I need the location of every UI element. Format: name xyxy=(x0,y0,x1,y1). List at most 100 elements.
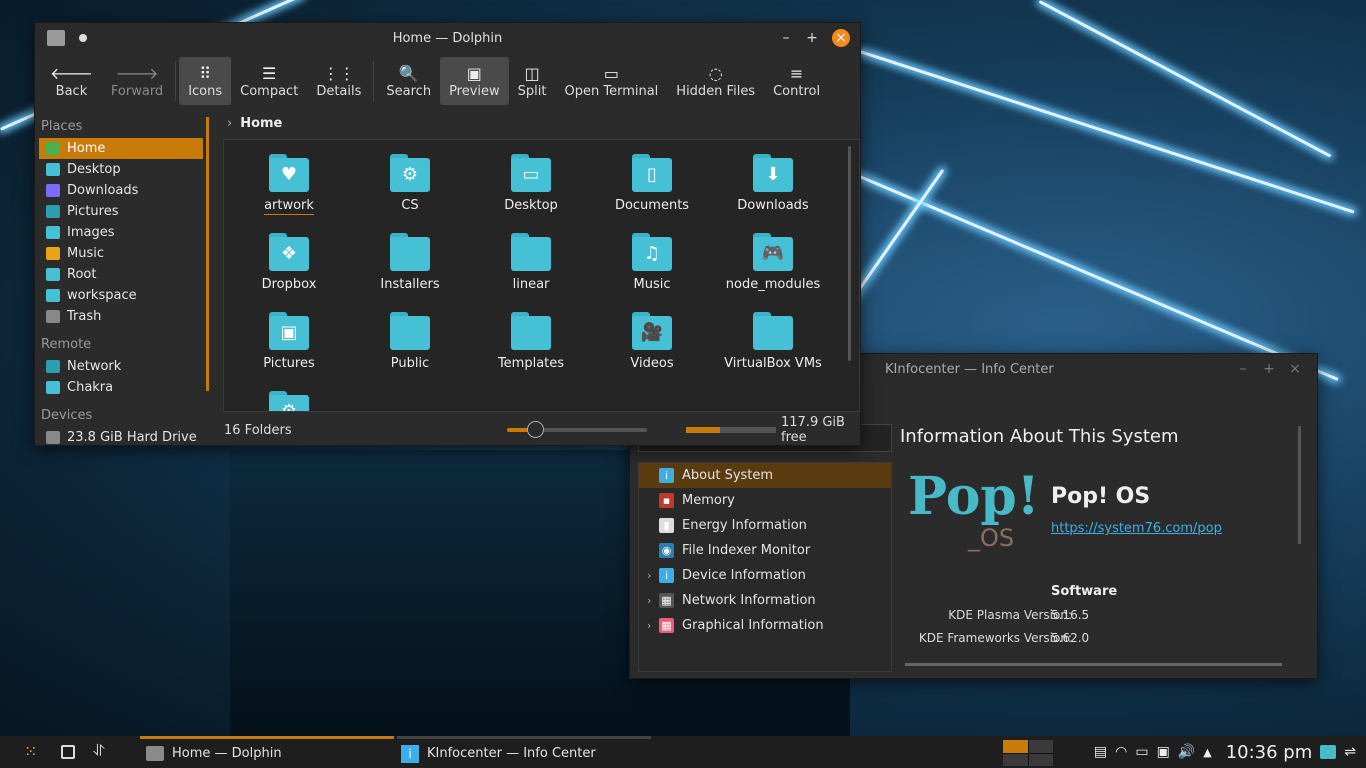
folder-item[interactable]: 🎥 Videos xyxy=(597,312,707,371)
tree-item-device-information[interactable]: › i Device Information xyxy=(639,563,891,588)
sidebar-scrollbar[interactable] xyxy=(206,117,209,391)
dolphin-window: Home — Dolphin – + × 🡐 Back 🡒 Forward ⠿ Icons… xyxy=(34,22,861,446)
panel-settings-icon[interactable]: ⇌ xyxy=(1344,744,1356,760)
folder-item[interactable]: ♫ Music xyxy=(597,233,707,292)
os-name: Pop! OS xyxy=(1051,484,1151,509)
tree-item-graphical-information[interactable]: › ▦ Graphical Information xyxy=(639,613,891,638)
kinfo-hscrollbar[interactable] xyxy=(905,663,1282,666)
status-bar: 16 Folders 117.9 GiB free xyxy=(223,415,860,445)
pager[interactable] xyxy=(1003,740,1053,766)
minimize-button[interactable]: – xyxy=(1235,361,1251,377)
task-dolphin[interactable]: Home — Dolphin xyxy=(140,736,394,768)
toolbar-compact-button[interactable]: ☰ Compact xyxy=(231,57,307,105)
folder-item[interactable]: ▣ Pictures xyxy=(234,312,344,371)
sidebar-item-pictures[interactable]: Pictures xyxy=(39,201,203,222)
toolbar-label: Forward xyxy=(110,83,164,99)
tree-item-about-system[interactable]: i About System xyxy=(639,463,891,488)
toolbar-search-button[interactable]: 🔍 Search xyxy=(377,57,440,105)
close-button[interactable]: × xyxy=(832,29,850,47)
sidebar-item-downloads[interactable]: Downloads xyxy=(39,180,203,201)
clock[interactable]: 10:36 pm xyxy=(1226,742,1313,763)
tree-item-memory[interactable]: ▪ Memory xyxy=(639,488,891,513)
sidebar-item-music[interactable]: Music xyxy=(39,243,203,264)
pager-desktop-3[interactable] xyxy=(1003,753,1028,766)
folder-item[interactable]: ♥ artwork xyxy=(234,154,344,215)
hard-drive-icon xyxy=(46,431,60,444)
breadcrumb-home[interactable]: Home xyxy=(240,116,282,131)
sidebar-item-root[interactable]: Root xyxy=(39,264,203,285)
toolbar-label: Details xyxy=(316,83,362,99)
os-url-link[interactable]: https://system76.com/pop xyxy=(1051,521,1222,536)
vault-icon[interactable]: ▣ xyxy=(1157,744,1170,760)
toolbar-details-button[interactable]: ⋮⋮ Details xyxy=(307,57,370,105)
folder-item[interactable]: ❖ Dropbox xyxy=(234,233,344,292)
clipboard-icon[interactable]: ▤ xyxy=(1094,744,1107,760)
sidebar-item-home[interactable]: Home xyxy=(39,138,203,159)
tree-item-file-indexer-monitor[interactable]: ◉ File Indexer Monitor xyxy=(639,538,891,563)
sidebar-item-23-8-gib-hard-drive[interactable]: 23.8 GiB Hard Drive xyxy=(39,427,203,448)
toolbar-forward-button[interactable]: 🡒 Forward xyxy=(102,57,172,105)
info-icon: i xyxy=(401,744,419,763)
kinfo-scrollbar[interactable] xyxy=(1298,426,1301,544)
toolbar-icons-button[interactable]: ⠿ Icons xyxy=(179,57,232,105)
dolphin-title: Home — Dolphin xyxy=(392,30,503,46)
chevron-right-icon[interactable]: › xyxy=(647,594,659,607)
tree-item-energy-information[interactable]: ▮ Energy Information xyxy=(639,513,891,538)
minimize-button[interactable]: – xyxy=(778,30,794,46)
zoom-slider-handle[interactable] xyxy=(527,421,544,438)
pager-desktop-4[interactable] xyxy=(1028,753,1053,766)
pager-desktop-2[interactable] xyxy=(1028,740,1053,753)
sidebar-item-desktop[interactable]: Desktop xyxy=(39,159,203,180)
folder-item[interactable]: Public xyxy=(355,312,465,371)
sidebar-item-trash[interactable]: Trash xyxy=(39,306,203,327)
folder-item[interactable]: ⚙ CS xyxy=(355,154,465,213)
close-button[interactable]: × xyxy=(1287,361,1303,377)
maximize-button[interactable]: + xyxy=(804,30,820,46)
file-indexer-icon: ◉ xyxy=(659,543,674,558)
folder-item[interactable]: VirtualBox VMs xyxy=(718,312,828,371)
dolphin-titlebar[interactable]: Home — Dolphin – + × xyxy=(35,23,860,53)
battery-icon[interactable]: ▭ xyxy=(1135,744,1148,760)
folder-icon xyxy=(46,226,60,239)
toolbar-control-button[interactable]: ≡ Control xyxy=(764,57,829,105)
folder-item[interactable]: ⚙ xyxy=(234,391,344,411)
folder-item[interactable]: ⬇ Downloads xyxy=(718,154,828,213)
toolbar-open-terminal-button[interactable]: ▭ Open Terminal xyxy=(556,57,668,105)
maximize-button[interactable]: + xyxy=(1261,361,1277,377)
chevron-right-icon[interactable]: › xyxy=(647,569,659,582)
notifications-icon[interactable] xyxy=(1320,745,1337,759)
toolbar-hidden-files-button[interactable]: ◌ Hidden Files xyxy=(667,57,764,105)
folder-item[interactable]: Templates xyxy=(476,312,586,371)
sidebar-item-workspace[interactable]: workspace xyxy=(39,285,203,306)
activity-switcher-icon[interactable]: ⥯ xyxy=(93,741,105,761)
folder-item[interactable]: linear xyxy=(476,233,586,292)
folder-item[interactable]: Installers xyxy=(355,233,465,292)
volume-icon[interactable]: 🔊 xyxy=(1178,744,1195,760)
folder-item[interactable]: ▭ Desktop xyxy=(476,154,586,213)
task-label: KInfocenter — Info Center xyxy=(427,746,596,761)
breadcrumb[interactable]: › Home xyxy=(223,109,860,137)
task-kinfocenter[interactable]: i KInfocenter — Info Center xyxy=(397,736,651,768)
show-desktop-icon[interactable] xyxy=(61,745,75,759)
pager-desktop-1[interactable] xyxy=(1003,740,1028,753)
sidebar-item-images[interactable]: Images xyxy=(39,222,203,243)
toolbar-split-button[interactable]: ◫ Split xyxy=(509,57,556,105)
wifi-icon[interactable]: ◠ xyxy=(1115,744,1127,760)
app-launcher-icon[interactable]: ⁙ xyxy=(24,742,37,761)
folder-item[interactable]: 🎮 node_modules xyxy=(718,233,828,292)
grid-scrollbar[interactable] xyxy=(848,146,851,361)
chevron-right-icon[interactable]: › xyxy=(647,619,659,632)
folder-name: VirtualBox VMs xyxy=(724,356,822,371)
music-icon xyxy=(46,247,60,260)
tray-expand-icon[interactable]: ▲ xyxy=(1203,746,1211,759)
places-section-header: Devices xyxy=(41,408,93,423)
folder-item[interactable]: ▯ Documents xyxy=(597,154,707,213)
toolbar-preview-button[interactable]: ▣ Preview xyxy=(440,57,509,105)
tree-item-network-information[interactable]: › ▦ Network Information xyxy=(639,588,891,613)
sidebar-item-label: Pictures xyxy=(67,204,119,219)
places-section-header: Places xyxy=(41,119,83,134)
sidebar-item-network[interactable]: Network xyxy=(39,356,203,377)
zoom-slider[interactable] xyxy=(507,421,647,438)
toolbar-back-button[interactable]: 🡐 Back xyxy=(41,57,102,105)
sidebar-item-chakra[interactable]: Chakra xyxy=(39,377,203,398)
